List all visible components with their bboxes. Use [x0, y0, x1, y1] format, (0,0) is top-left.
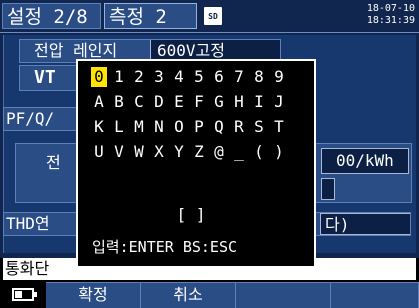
- char-key[interactable]: J: [271, 92, 287, 112]
- char-key[interactable]: W: [131, 142, 147, 162]
- char-key[interactable]: 0: [91, 67, 107, 87]
- char-key[interactable]: _: [231, 142, 247, 162]
- confirm-button[interactable]: 확정: [46, 282, 141, 308]
- clock: 18-07-10 18:31:39: [367, 3, 415, 27]
- char-key[interactable]: 6: [211, 67, 227, 87]
- char-key[interactable]: 5: [191, 67, 207, 87]
- char-key[interactable]: P: [191, 117, 207, 137]
- char-key[interactable]: 3: [151, 67, 167, 87]
- char-key[interactable]: 4: [171, 67, 187, 87]
- price-value: 00/kWh: [321, 148, 409, 174]
- char-key[interactable]: C: [131, 92, 147, 112]
- char-key[interactable]: Z: [191, 142, 207, 162]
- char-key[interactable]: 2: [131, 67, 147, 87]
- char-key[interactable]: L: [111, 117, 127, 137]
- char-key[interactable]: O: [171, 117, 187, 137]
- key-hint: 입력:ENTER BS:ESC: [92, 238, 238, 256]
- char-key[interactable]: D: [151, 92, 167, 112]
- char-key[interactable]: 1: [111, 67, 127, 87]
- vt-label: VT: [34, 67, 56, 88]
- thd-label: THD연: [6, 214, 50, 233]
- char-key[interactable]: A: [91, 92, 107, 112]
- char-key[interactable]: U: [91, 142, 107, 162]
- price-label: 전: [46, 153, 61, 172]
- char-key[interactable]: @: [211, 142, 227, 162]
- input-display: [ ]: [176, 205, 206, 224]
- char-key[interactable]: 9: [271, 67, 287, 87]
- char-key[interactable]: ): [271, 142, 287, 162]
- char-key[interactable]: H: [231, 92, 247, 112]
- char-key[interactable]: T: [271, 117, 287, 137]
- divider: [0, 32, 419, 33]
- char-key[interactable]: B: [111, 92, 127, 112]
- top-tab-bar: 설정 2/8 측정 2 SD 18-07-10 18:31:39: [0, 0, 419, 32]
- char-key[interactable]: 7: [231, 67, 247, 87]
- thd-value: 다): [320, 213, 410, 235]
- tab-setting[interactable]: 설정 2/8: [2, 3, 101, 29]
- vt-row[interactable]: VT: [19, 65, 77, 91]
- char-key[interactable]: F: [191, 92, 207, 112]
- cancel-button[interactable]: 취소: [141, 282, 236, 308]
- char-key[interactable]: S: [251, 117, 267, 137]
- tab-measure[interactable]: 측정 2: [104, 3, 197, 29]
- pf-label: PF/Q/: [6, 109, 55, 128]
- char-key[interactable]: Y: [171, 142, 187, 162]
- function-button-3[interactable]: [236, 282, 331, 308]
- char-key[interactable]: R: [231, 117, 247, 137]
- sd-card-icon: SD: [204, 7, 222, 25]
- char-key[interactable]: I: [251, 92, 267, 112]
- character-input-dialog: 0 1 2 3 4 5 6 7 8 9 A B C D E F G H I J K L M N O P Q R S T U V W X Y Z @ _()…: [76, 59, 316, 268]
- price-subfield: [321, 178, 335, 200]
- date-text: 18-07-10: [366, 3, 415, 14]
- char-key[interactable]: E: [171, 92, 187, 112]
- char-key[interactable]: M: [131, 117, 147, 137]
- time-text: 18:31:39: [366, 15, 415, 26]
- char-key[interactable]: G: [211, 92, 227, 112]
- char-key[interactable]: 8: [251, 67, 267, 87]
- char-key[interactable]: X: [151, 142, 167, 162]
- function-button-4[interactable]: [331, 282, 419, 308]
- char-key[interactable]: N: [151, 117, 167, 137]
- char-key[interactable]: Q: [211, 117, 227, 137]
- char-key[interactable]: V: [111, 142, 127, 162]
- battery-icon: [12, 288, 37, 301]
- char-key[interactable]: K: [91, 117, 107, 137]
- char-key[interactable]: (: [251, 142, 267, 162]
- pf-row[interactable]: PF/Q/: [3, 107, 77, 131]
